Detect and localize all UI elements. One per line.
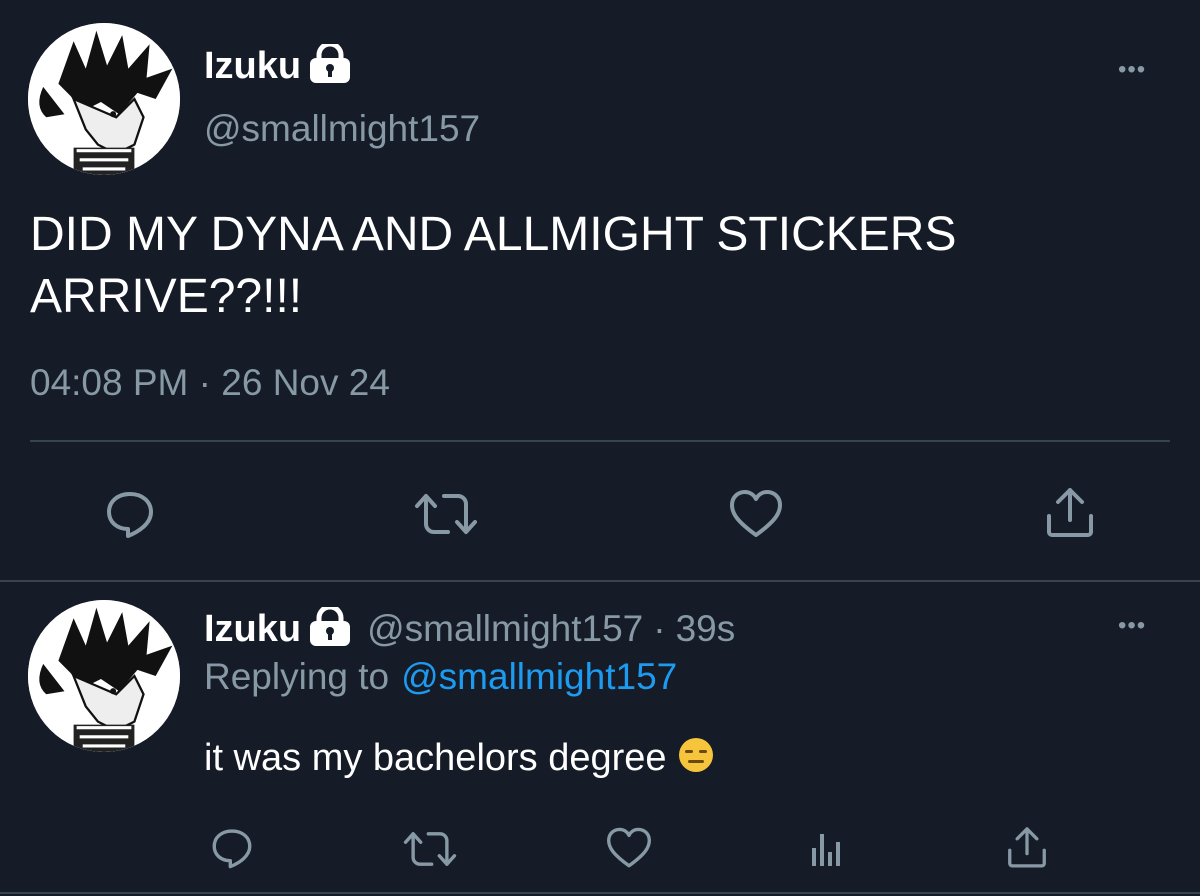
retweet-button[interactable]	[402, 828, 458, 870]
tweet-text-line-1: DID MY DYNA AND ALLMIGHT STICKERS	[30, 208, 957, 261]
analytics-button[interactable]	[804, 828, 848, 870]
reply-author-name[interactable]: Izuku	[204, 608, 301, 651]
main-tweet: Izuku @smallmight157 ••• DID MY DYNA AND…	[0, 0, 1200, 582]
author-handle[interactable]: @smallmight157	[204, 108, 480, 150]
reply-avatar[interactable]	[28, 600, 180, 752]
reply-age[interactable]: 39s	[676, 608, 736, 650]
share-button[interactable]	[1002, 822, 1052, 872]
expressionless-face-emoji	[677, 736, 715, 786]
lock-icon	[307, 604, 353, 652]
like-icon	[606, 827, 651, 868]
meta-separator: ·	[198, 362, 211, 403]
tweet-timestamp: 04:08 PM · 26 Nov 24	[30, 362, 390, 404]
author-row: Izuku	[204, 41, 353, 89]
bottom-divider	[0, 892, 1200, 894]
replying-to-row: Replying to @smallmight157	[204, 656, 677, 698]
reply-icon	[212, 829, 252, 869]
reply-icon	[107, 492, 153, 538]
reply-button[interactable]	[100, 484, 160, 544]
retweet-button[interactable]	[414, 486, 478, 542]
avatar[interactable]	[28, 23, 180, 175]
like-button[interactable]	[604, 826, 654, 870]
tweet-divider	[0, 580, 1200, 582]
tweet-text-line-2: ARRIVE??!!!	[30, 270, 303, 323]
tweet-date[interactable]: 26 Nov 24	[221, 362, 390, 403]
reply-author-handle[interactable]: @smallmight157	[367, 608, 643, 650]
replying-to-label: Replying to	[204, 656, 390, 697]
reply-author-row: Izuku @smallmight157 · 39s	[204, 604, 736, 652]
tweet-time[interactable]: 04:08 PM	[30, 362, 188, 403]
reply-meta-separator: ·	[653, 608, 666, 649]
reply-text-row: it was my bachelors degree	[204, 734, 715, 786]
lock-icon	[307, 41, 353, 89]
more-options-button[interactable]: •••	[1118, 58, 1146, 82]
analytics-icon	[812, 834, 840, 866]
share-icon	[1008, 827, 1046, 868]
reply-button[interactable]	[208, 826, 256, 870]
reply-more-options-button[interactable]: •••	[1118, 614, 1146, 638]
tweet-text: DID MY DYNA AND ALLMIGHT STICKERS ARRIVE…	[30, 204, 956, 328]
retweet-icon	[403, 832, 457, 866]
like-icon	[730, 490, 782, 537]
retweet-icon	[415, 494, 477, 534]
share-button[interactable]	[1040, 482, 1100, 542]
author-name[interactable]: Izuku	[204, 45, 301, 88]
avatar-image	[28, 23, 180, 175]
like-button[interactable]	[726, 484, 786, 544]
replying-to-handle-link[interactable]: @smallmight157	[401, 656, 677, 698]
avatar-image	[28, 600, 180, 752]
divider	[30, 440, 1170, 442]
reply-text: it was my bachelors degree	[204, 737, 667, 779]
share-icon	[1047, 488, 1093, 537]
